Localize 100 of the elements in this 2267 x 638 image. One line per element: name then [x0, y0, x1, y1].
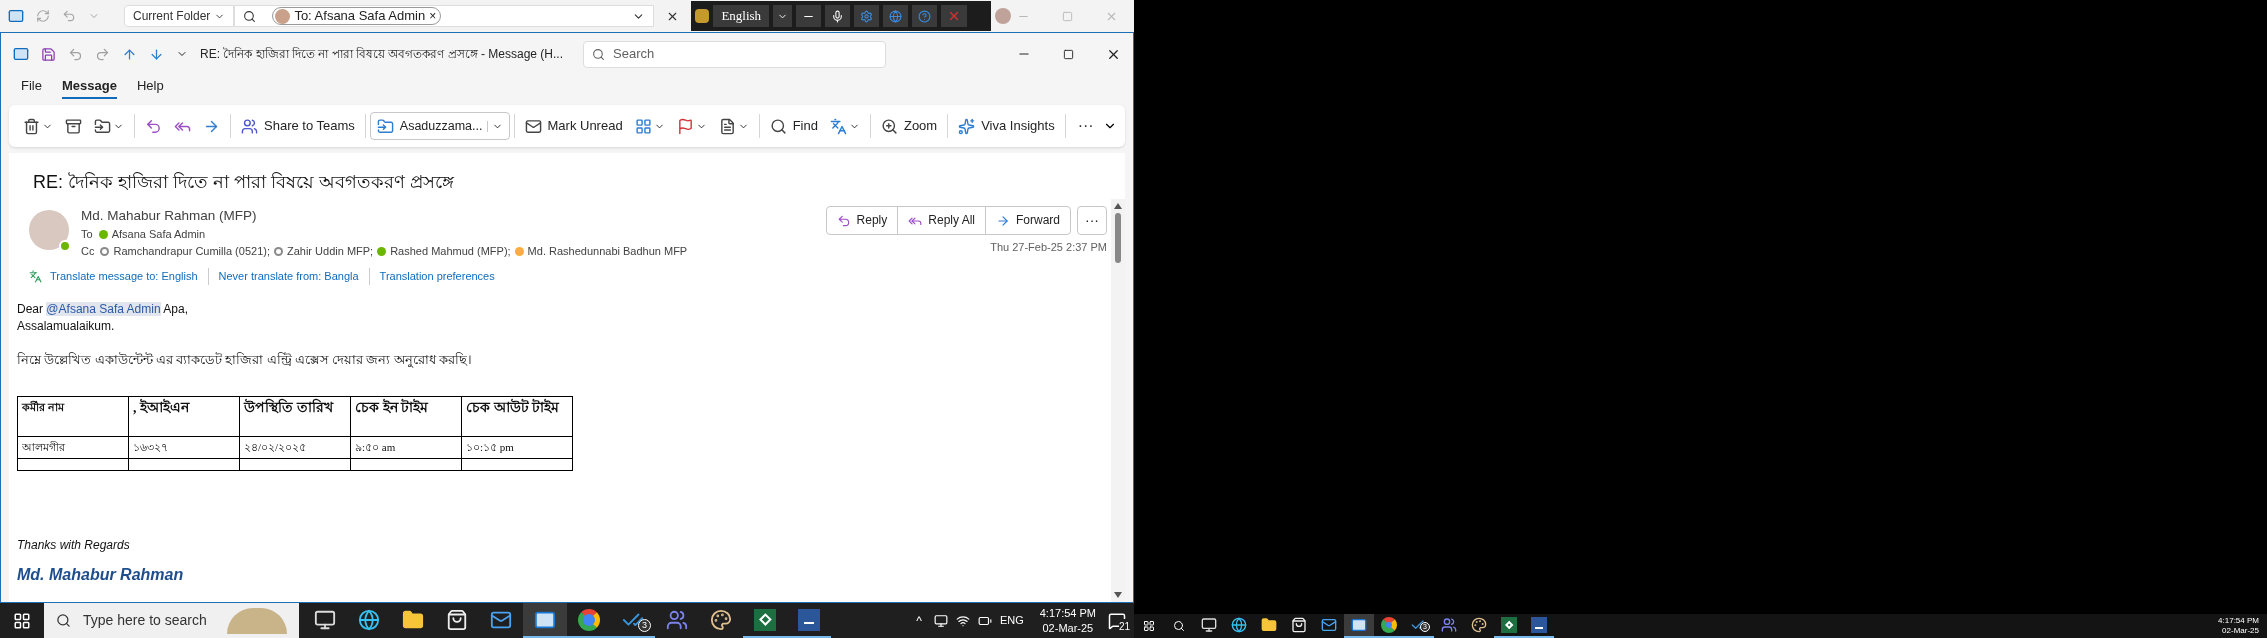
taskbar-clock[interactable]: 4:17:54 PM 02-Mar-25	[2218, 616, 2259, 636]
recipient-name[interactable]: Rashed Mahmud (MFP);	[390, 243, 511, 260]
policy-icon	[718, 117, 736, 135]
email-subject: RE: দৈনিক হাজিরা দিতে না পারা বিষয়ে অবগতকরণ প্রসঙ্গে	[32, 171, 455, 194]
reply-button[interactable]: Reply	[826, 207, 898, 234]
ribbon-button[interactable]: Find	[763, 112, 824, 140]
ribbon-button[interactable]: Share to Teams	[235, 112, 361, 140]
forward-button[interactable]: Forward	[985, 207, 1070, 234]
help-icon[interactable]	[912, 5, 938, 27]
language-indicator[interactable]: ENG	[999, 612, 1024, 629]
recipient-name[interactable]: Md. Rashedunnabi Badhun MFP	[527, 243, 688, 260]
taskbar-app-button[interactable]	[1524, 614, 1554, 638]
search-field[interactable]: Search	[583, 40, 887, 68]
down-arrow-icon[interactable]	[149, 46, 164, 62]
recipient-name[interactable]: Ramchandrapur Cumilla (0521);	[113, 243, 270, 260]
task-view-icon	[314, 608, 336, 631]
more-button[interactable]: ···	[1077, 206, 1107, 235]
translate-link[interactable]: Translate message to: English	[50, 268, 208, 285]
globe-icon[interactable]	[883, 5, 909, 27]
settings-icon[interactable]	[854, 5, 880, 27]
mention-link[interactable]: @Afsana Safa Admin	[46, 301, 161, 316]
closing-text: Thanks with Regards	[17, 536, 131, 554]
quick-step-dropdown[interactable]: Asaduzzama...	[369, 112, 510, 140]
sent-date: Thu 27-Feb-25 2:37 PM	[990, 240, 1107, 255]
store-icon	[446, 608, 468, 631]
zoom-icon	[880, 117, 898, 135]
teams-icon	[241, 117, 258, 135]
cc-label: Cc	[81, 244, 95, 259]
taskbar-app-button[interactable]: 3	[611, 603, 655, 638]
document-app-icon	[798, 608, 820, 631]
request-text: নিম্নে উল্লেখিত একাউন্টেন্ট এর ব্যাকডেট হাজিরা এন্ট্রি এক্সেস দেয়ার জন্য অনুরোধ করছি।	[17, 350, 473, 368]
document-app-icon	[1531, 617, 1547, 633]
menu-tab[interactable]: Message	[61, 75, 117, 99]
menu-tab[interactable]: Help	[136, 75, 164, 99]
reply-icon	[145, 117, 162, 135]
ribbon-button[interactable]: Mark Unread	[518, 112, 629, 140]
scope-dropdown[interactable]: Current Folder	[124, 5, 235, 27]
recipient-name[interactable]: Zahir Uddin MFP;	[286, 243, 374, 260]
table-cell: ২৪/০২/২০২৫	[239, 436, 351, 458]
save-icon[interactable]	[41, 46, 56, 62]
quick-step-icon	[376, 117, 394, 135]
wifi-icon[interactable]	[955, 613, 970, 628]
salutation-text: Assalamualaikum.	[17, 317, 116, 335]
folder-icon	[402, 608, 424, 631]
spreadsheet-app-icon	[754, 608, 776, 631]
reply-all-button[interactable]: Reply All	[897, 207, 985, 234]
browser-icon	[358, 608, 380, 631]
tree-illustration	[227, 607, 287, 634]
people-app-icon	[666, 608, 688, 631]
insights-icon	[958, 117, 976, 135]
ribbon-button[interactable]: Zoom	[874, 112, 944, 140]
translate-icon	[29, 269, 42, 283]
menu-tab[interactable]: File	[21, 75, 42, 99]
taskbar-app-button[interactable]	[1494, 614, 1524, 638]
browser-icon	[1381, 617, 1397, 633]
ribbon-button[interactable]: Viva Insights	[952, 112, 1061, 140]
sender-name[interactable]: Md. Mahabur Rahman (MFP)	[81, 206, 257, 226]
flag-icon	[676, 117, 694, 135]
column-header: কর্মীর নাম	[17, 396, 129, 436]
folder-move-icon	[94, 117, 111, 135]
translate-link[interactable]: Translation preferences	[368, 268, 505, 285]
more-button[interactable]: ···	[1069, 114, 1102, 138]
mail-app-icon[interactable]	[13, 46, 29, 62]
store-icon	[1291, 617, 1307, 633]
scrollbar[interactable]	[1111, 199, 1125, 602]
people-app-icon	[1441, 617, 1457, 633]
table-cell: ৯:৫০ am	[350, 436, 462, 458]
taskbar-clock[interactable]: 4:17:54 PM 02-Mar-25	[1039, 605, 1096, 636]
language-button[interactable]: English	[713, 5, 770, 27]
search-icon	[769, 117, 787, 135]
taskbar-app-button[interactable]	[523, 603, 567, 638]
folder-icon	[1261, 617, 1277, 633]
table-cell: ১৬৩২৭	[128, 436, 240, 458]
search-icon	[243, 9, 257, 23]
forward-icon	[996, 213, 1010, 228]
table-cell: আলমগীর	[17, 436, 129, 458]
taskbar-search-field[interactable]: Type here to search	[44, 603, 299, 638]
mail-app-icon	[1351, 617, 1367, 633]
archive-icon	[65, 117, 82, 135]
column-header: উপস্থিতি তারিখ	[239, 396, 351, 436]
keyboard-icon[interactable]	[695, 9, 710, 23]
task-view-icon	[1201, 617, 1217, 633]
tray-chevron[interactable]: ^	[916, 611, 922, 630]
search-box[interactable]: To: Afsana Safa Admin ×	[234, 5, 655, 27]
category-grid-icon	[634, 117, 652, 135]
caret-icon[interactable]	[773, 5, 793, 27]
delete-icon	[23, 117, 40, 135]
spreadsheet-app-icon	[1501, 617, 1517, 633]
taskbar-app-button[interactable]	[1344, 614, 1374, 638]
mail-app-icon[interactable]	[8, 8, 24, 24]
table-cell: ১০:১৫ pm	[461, 436, 573, 458]
to-label: To	[81, 227, 93, 242]
translate-link[interactable]: Never translate from: Bangla	[207, 268, 369, 285]
search-icon	[56, 613, 71, 628]
envelope-icon	[524, 117, 542, 135]
recipient-name[interactable]: Afsana Safa Admin	[111, 226, 206, 243]
mail-app-icon	[1321, 617, 1337, 633]
maximize-icon[interactable]	[1063, 48, 1074, 60]
mic-icon[interactable]	[825, 5, 851, 27]
column-header: , ইআইএন	[128, 396, 240, 436]
